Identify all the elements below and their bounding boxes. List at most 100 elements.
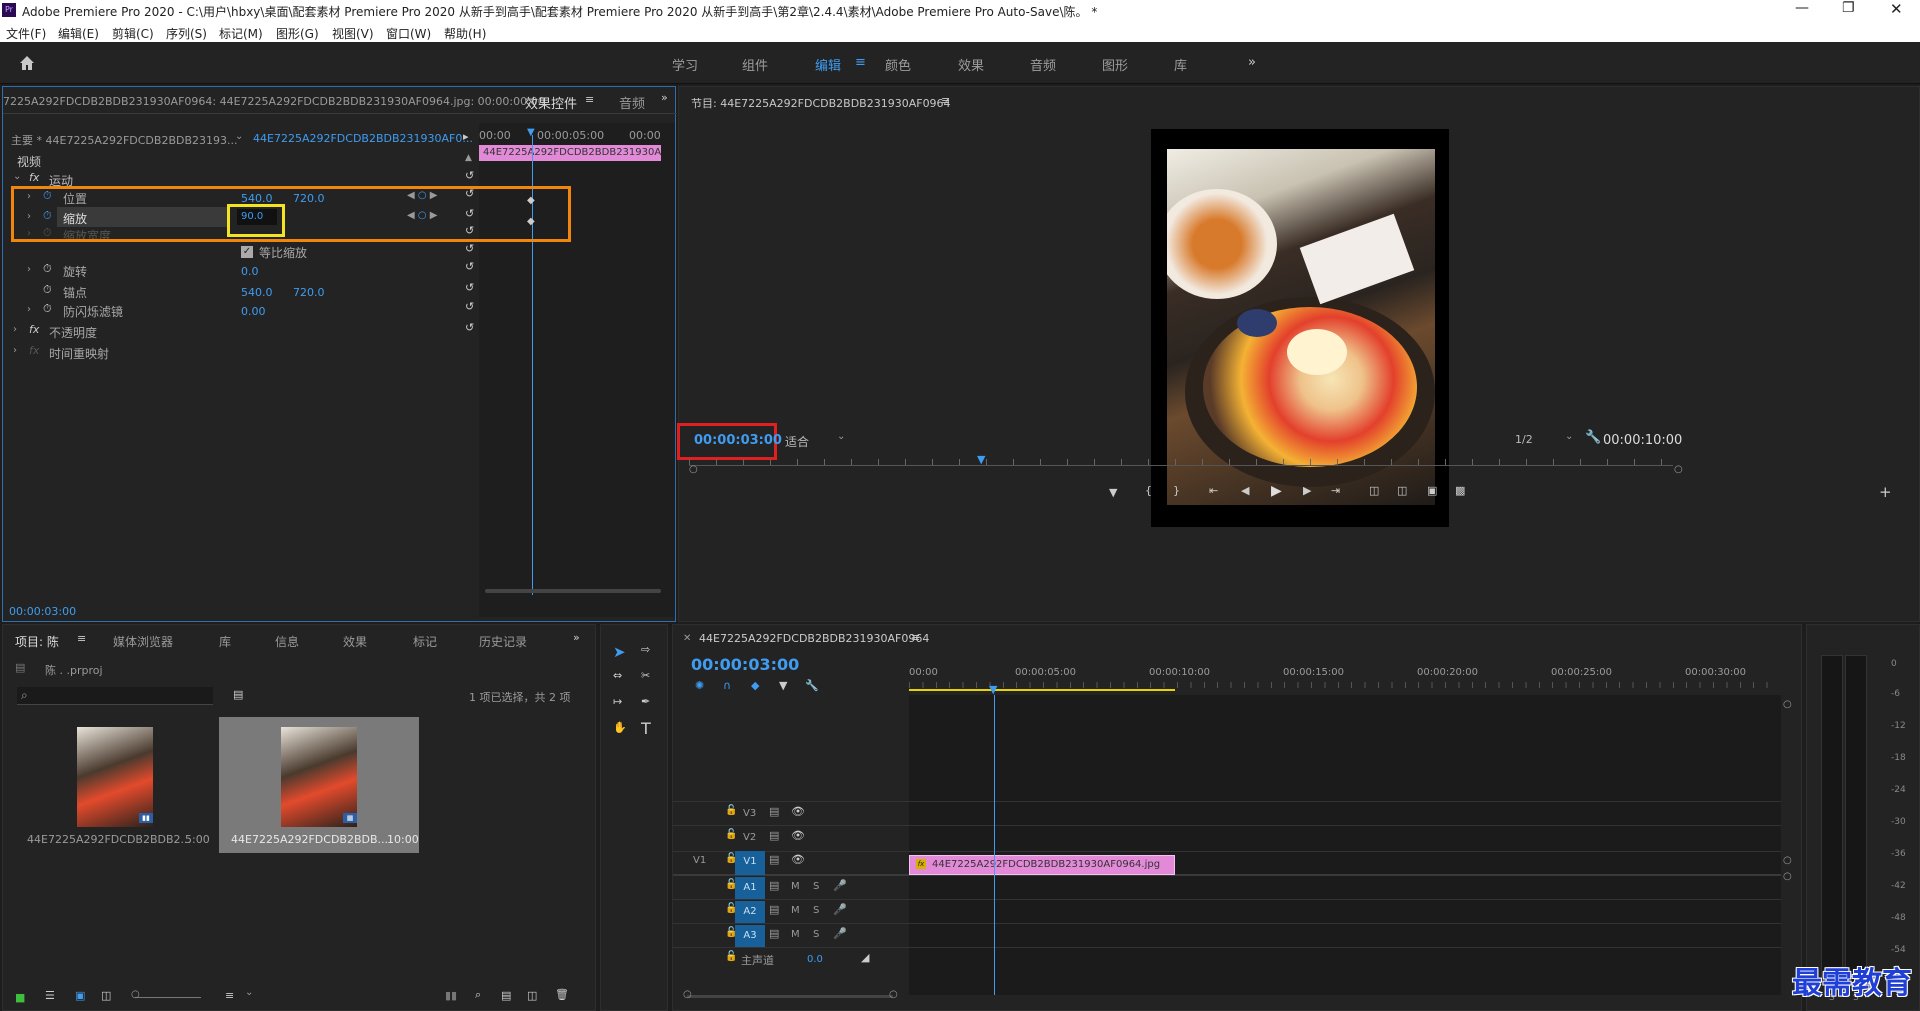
lock-track-v3-icon[interactable]: 🔓 <box>725 805 737 816</box>
scrubber-end-handle-icon[interactable]: ○ <box>1674 464 1683 475</box>
lift-icon[interactable]: ◫ <box>1369 484 1379 497</box>
fx-icon[interactable]: fx <box>29 171 39 184</box>
project-menu-icon[interactable]: ≡ <box>77 632 86 645</box>
mic-a1-icon[interactable]: 🎤 <box>833 879 847 892</box>
play-only-icon[interactable]: ▸ <box>463 130 469 143</box>
anchor-x-value[interactable]: 540.0 <box>241 286 273 299</box>
minimize-button[interactable]: — <box>1795 0 1809 16</box>
toggle-output-v1-icon[interactable]: 👁 <box>791 853 805 866</box>
toggle-output-v2-icon[interactable]: 👁 <box>791 829 805 842</box>
solo-a2-button[interactable]: S <box>813 905 819 916</box>
extract-icon[interactable]: ◫ <box>1397 484 1407 497</box>
mic-a3-icon[interactable]: 🎤 <box>833 927 847 940</box>
timeline-menu-icon[interactable]: ≡ <box>911 631 920 644</box>
tab-project[interactable]: 项目: 陈 <box>15 633 59 650</box>
menu-clip[interactable]: 剪辑(C) <box>112 25 154 42</box>
menu-graphics[interactable]: 图形(G) <box>276 25 319 42</box>
tab-effect-controls[interactable]: 效果控件 <box>525 93 577 112</box>
mark-out-icon[interactable]: } <box>1173 484 1180 497</box>
sync-lock-v3-icon[interactable]: ▤ <box>769 805 779 818</box>
antiflicker-value[interactable]: 0.00 <box>241 305 266 318</box>
mini-clip-bar[interactable]: 44E7225A292FDCDB2BDB231930A <box>479 145 661 161</box>
export-frame-camera-icon[interactable]: ▣ <box>1427 484 1437 497</box>
add-marker-icon[interactable]: ▼ <box>1109 486 1117 499</box>
new-bin-icon[interactable]: ▤ <box>233 688 243 701</box>
workspace-overflow-icon[interactable]: » <box>1248 55 1256 70</box>
zoom-slider[interactable]: ○ <box>131 989 201 1000</box>
automate-sequence-icon[interactable]: ▮▮ <box>445 989 457 1002</box>
fit-chevron-icon[interactable]: ⌄ <box>837 431 845 442</box>
tab-library[interactable]: 库 <box>219 633 231 650</box>
workspace-menu-icon[interactable]: ≡ <box>855 55 866 70</box>
dropdown-chevron-icon[interactable]: ⌄ <box>235 131 243 142</box>
tab-markers[interactable]: 标记 <box>413 633 437 650</box>
solo-a1-button[interactable]: S <box>813 881 819 892</box>
menu-window[interactable]: 窗口(W) <box>386 25 431 42</box>
master-clip-label[interactable]: 主要 * 44E7225A292FDCDB2BDB23193... <box>11 132 238 148</box>
mini-scrollbar[interactable] <box>485 589 661 593</box>
add-button-icon[interactable]: + <box>1879 483 1892 501</box>
workspace-effects[interactable]: 效果 <box>958 55 984 74</box>
zoom-handle-icon[interactable]: ○ <box>131 989 140 1000</box>
program-timecode[interactable]: 00:00:03:00 <box>694 433 782 448</box>
hscroll-left-handle-icon[interactable]: ○ <box>683 989 692 1000</box>
track-target-a2[interactable]: A2 <box>735 901 765 923</box>
source-header[interactable]: 7225A292FDCDB2BDB231930AF0964: 44E7225A2… <box>3 95 545 108</box>
snap-magnet-icon[interactable]: ∩ <box>723 679 731 692</box>
project-item-2[interactable]: ▦ 44E7225A292FDCDB2BDB... 10:00 <box>219 717 419 853</box>
reset-rotation-icon[interactable]: ↺ <box>465 260 474 273</box>
workspace-assembly[interactable]: 组件 <box>742 55 768 74</box>
slip-tool-icon[interactable]: ↦ <box>613 695 622 708</box>
menu-help[interactable]: 帮助(H) <box>444 25 486 42</box>
track-select-tool-icon[interactable]: ⇨ <box>641 643 650 656</box>
resolution-dropdown[interactable]: 1/2 <box>1515 433 1533 446</box>
go-to-in-icon[interactable]: ⇤ <box>1209 484 1218 497</box>
reset-motion-icon[interactable]: ↺ <box>465 169 474 182</box>
antiflicker-expand-icon[interactable]: › <box>27 304 31 315</box>
tab-info[interactable]: 信息 <box>275 633 299 650</box>
mute-a2-button[interactable]: M <box>791 905 800 916</box>
mute-a1-button[interactable]: M <box>791 881 800 892</box>
find-icon[interactable]: ⌕ <box>475 988 481 1002</box>
close-button[interactable]: ✕ <box>1890 0 1903 18</box>
work-area-bar[interactable] <box>909 689 1175 691</box>
antiflicker-stopwatch-icon[interactable]: ⏱ <box>43 302 52 316</box>
rotation-value[interactable]: 0.0 <box>241 265 259 278</box>
home-icon[interactable] <box>18 54 36 72</box>
lock-track-v2-icon[interactable]: 🔓 <box>725 829 737 840</box>
fit-dropdown[interactable]: 适合 <box>785 433 809 450</box>
razor-tool-icon[interactable]: ✂ <box>641 669 650 682</box>
resolution-chevron-icon[interactable]: ⌄ <box>1565 431 1573 442</box>
sync-lock-a1-icon[interactable]: ▤ <box>769 879 779 892</box>
rotation-expand-icon[interactable]: › <box>27 264 31 275</box>
sort-chevron-icon[interactable]: ⌄ <box>245 987 253 998</box>
mic-a2-icon[interactable]: 🎤 <box>833 903 847 916</box>
hscroll-right-handle-icon[interactable]: ○ <box>889 989 898 1000</box>
track-target-a3[interactable]: A3 <box>735 925 765 947</box>
add-marker-timeline-icon[interactable]: ▼ <box>779 679 787 692</box>
project-overflow-icon[interactable]: » <box>573 631 580 644</box>
lock-master-icon[interactable]: 🔓 <box>725 951 737 962</box>
project-search-input[interactable]: ⌕ <box>17 687 213 705</box>
selection-tool-icon[interactable]: ➤ <box>613 643 626 661</box>
step-back-icon[interactable]: ◀ <box>1241 484 1249 497</box>
menu-edit[interactable]: 编辑(E) <box>58 25 99 42</box>
track-lanes[interactable] <box>909 695 1781 995</box>
list-view-icon[interactable]: ☰ <box>45 989 55 1002</box>
master-end-icon[interactable]: ◢ <box>861 951 869 964</box>
workspace-graphics[interactable]: 图形 <box>1102 55 1128 74</box>
reset-antiflicker-icon[interactable]: ↺ <box>465 300 474 313</box>
scrubber-start-handle-icon[interactable]: ○ <box>689 464 698 475</box>
hand-tool-icon[interactable]: ✋ <box>613 721 627 734</box>
new-item-icon[interactable]: ◫ <box>527 989 537 1002</box>
step-forward-icon[interactable]: ▶ <box>1303 484 1311 497</box>
timeline-timecode[interactable]: 00:00:03:00 <box>691 655 799 674</box>
freeform-view-icon[interactable]: ◫ <box>101 989 111 1002</box>
go-to-out-icon[interactable]: ⇥ <box>1331 484 1340 497</box>
solo-a3-button[interactable]: S <box>813 929 819 940</box>
workspace-libraries[interactable]: 库 <box>1174 55 1187 74</box>
project-item-1[interactable]: ▮▮ 44E7225A292FDCDB2BDB2... 5:00 <box>15 717 215 853</box>
menu-view[interactable]: 视图(V) <box>332 25 374 42</box>
vscroll-top-handle-icon[interactable]: ○ <box>1783 699 1792 710</box>
sync-lock-v2-icon[interactable]: ▤ <box>769 829 779 842</box>
